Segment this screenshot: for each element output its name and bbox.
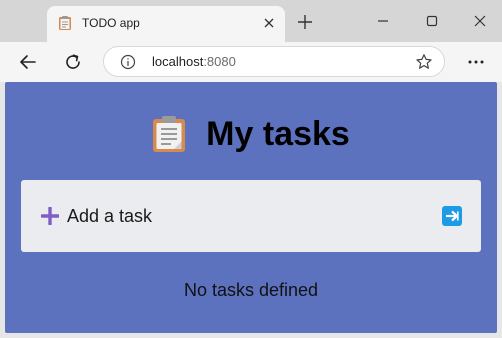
minimize-icon[interactable] (375, 13, 391, 29)
reload-icon[interactable] (63, 52, 83, 72)
tab-todo-app[interactable]: TODO app (47, 6, 285, 42)
empty-tasks-message: No tasks defined (183, 280, 319, 300)
add-task-form (21, 180, 481, 252)
submit-task-button[interactable] (442, 206, 462, 226)
tab-strip: TODO app (0, 0, 502, 42)
url-port: :8080 (203, 54, 236, 69)
plus-icon (41, 207, 59, 225)
window-close-icon[interactable] (472, 13, 488, 29)
page-heading: My tasks (5, 112, 497, 156)
url-host: localhost (152, 54, 204, 69)
clipboard-icon (153, 116, 186, 152)
more-icon[interactable] (466, 52, 486, 72)
browser-toolbar: localhost:8080 (0, 42, 502, 82)
page-title: My tasks (206, 115, 350, 153)
back-arrow-icon[interactable] (18, 52, 38, 72)
close-icon[interactable] (262, 16, 276, 30)
browser-window: TODO app localhost:8080 My tasks Add a t… (0, 0, 502, 338)
add-task-input[interactable] (67, 204, 427, 228)
right-arrow-icon (446, 210, 459, 222)
info-icon[interactable] (120, 54, 136, 70)
new-tab-plus-icon[interactable] (297, 14, 313, 30)
address-bar[interactable]: localhost:8080 (103, 46, 445, 77)
url-text[interactable]: localhost:8080 (152, 54, 236, 70)
maximize-icon[interactable] (424, 13, 440, 29)
tab-title: TODO app (82, 16, 140, 30)
star-icon[interactable] (415, 53, 433, 71)
clipboard-icon (59, 16, 71, 30)
page-viewport: My tasks No tasks defined (5, 82, 497, 333)
